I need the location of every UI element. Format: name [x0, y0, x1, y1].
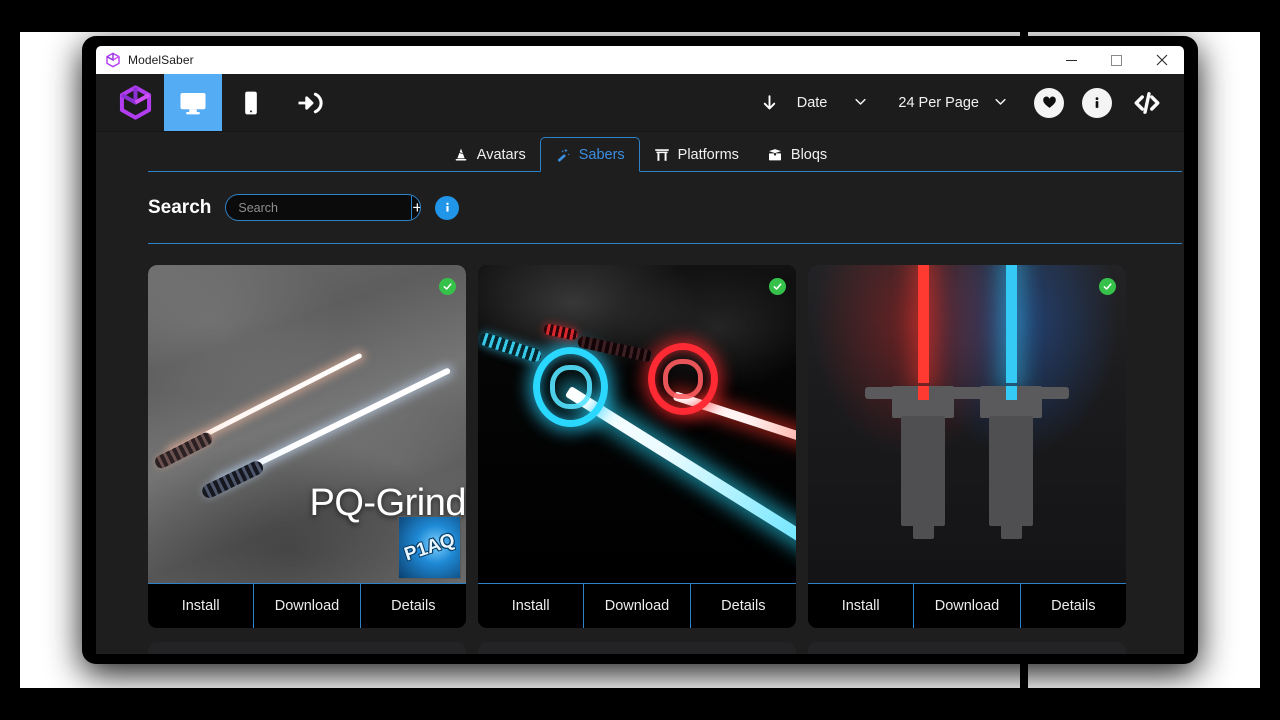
tab-label: Bloqs	[790, 146, 828, 163]
tab-sabers[interactable]: Sabers	[539, 137, 640, 172]
cube-logo-icon	[105, 52, 121, 68]
topnav-spacer	[338, 74, 754, 131]
neon-cage-saber-thumbnail	[478, 265, 796, 583]
search-label: Search	[148, 196, 212, 218]
search-row: Search +	[96, 172, 1184, 221]
verified-badge	[1099, 278, 1116, 295]
monitor-icon[interactable]	[164, 74, 222, 131]
search-input[interactable]	[226, 195, 412, 220]
wizard-hat-icon	[453, 147, 469, 163]
model-card-preview[interactable]	[478, 642, 796, 654]
desktop-background: ModelSaber Date 24 Per Page Avatars Sabe…	[0, 0, 1280, 720]
card-action-row: Install Download Details	[478, 583, 796, 628]
tab-avatars[interactable]: Avatars	[439, 137, 540, 172]
install-button[interactable]: Install	[478, 584, 585, 628]
verified-badge	[439, 278, 456, 295]
saber-blade	[1006, 265, 1017, 383]
saber-guard-inner	[550, 365, 592, 409]
torii-gate-icon	[654, 147, 670, 163]
saber-grip	[989, 416, 1033, 526]
model-card-preview[interactable]	[808, 642, 1126, 654]
window-titlebar: ModelSaber	[96, 46, 1184, 74]
install-button[interactable]: Install	[148, 584, 255, 628]
sort-by-value: Date	[796, 94, 828, 111]
download-button[interactable]: Download	[914, 584, 1021, 628]
tab-platforms[interactable]: Platforms	[640, 137, 753, 172]
verified-badge	[769, 278, 786, 295]
pq-grind-thumbnail: PQ-Grind P1AQ	[148, 265, 466, 583]
thumbnail-background	[808, 265, 1126, 583]
tab-bloqs[interactable]: Bloqs	[753, 137, 841, 172]
download-button[interactable]: Download	[254, 584, 361, 628]
magic-wand-icon	[555, 147, 571, 163]
top-navigation-bar: Date 24 Per Page	[96, 74, 1184, 132]
chevron-down-icon	[853, 94, 868, 112]
details-button[interactable]: Details	[1021, 584, 1126, 628]
details-button[interactable]: Details	[691, 584, 796, 628]
heart-icon[interactable]	[1034, 87, 1064, 118]
per-page-dropdown[interactable]: 24 Per Page	[892, 74, 1016, 132]
search-pill: +	[225, 194, 422, 221]
box-icon	[767, 147, 783, 163]
card-action-row: Install Download Details	[808, 583, 1126, 628]
window-body: Date 24 Per Page Avatars Sabers Platform…	[96, 74, 1184, 654]
saber-emitter	[918, 386, 929, 400]
tab-label: Platforms	[677, 146, 739, 163]
search-info-icon[interactable]	[435, 195, 460, 220]
modelsaber-window: ModelSaber Date 24 Per Page Avatars Sabe…	[82, 36, 1198, 664]
cube-logo-icon[interactable]	[106, 74, 164, 131]
category-tabbar: Avatars Sabers Platforms Bloqs	[96, 132, 1184, 172]
author-name: P1AQ	[401, 529, 458, 566]
info-icon[interactable]	[1082, 87, 1112, 118]
saber-guard-inner	[663, 359, 703, 399]
install-button[interactable]: Install	[808, 584, 915, 628]
maximize-button[interactable]	[1094, 46, 1139, 74]
per-page-value: 24 Per Page	[898, 94, 979, 111]
download-button[interactable]: Download	[584, 584, 691, 628]
tab-label: Sabers	[578, 146, 625, 163]
model-card[interactable]: PQ-Grind P1AQ Install Download Details	[148, 265, 466, 628]
close-button[interactable]	[1139, 46, 1184, 74]
saber-tip	[913, 521, 934, 539]
chevron-down-icon	[993, 94, 1008, 112]
saber-blade	[918, 265, 929, 383]
topnav-controls: Date 24 Per Page	[754, 74, 1184, 131]
code-icon[interactable]	[1132, 88, 1162, 118]
card-action-row: Install Download Details	[148, 583, 466, 628]
window-title: ModelSaber	[128, 53, 194, 67]
model-card-preview[interactable]	[148, 642, 466, 654]
details-button[interactable]: Details	[361, 584, 466, 628]
model-card[interactable]: Install Download Details	[478, 265, 796, 628]
login-icon[interactable]	[280, 74, 338, 131]
content-area: Search +	[96, 172, 1184, 654]
model-card-grid: PQ-Grind P1AQ Install Download Details I…	[96, 244, 1184, 654]
add-button[interactable]: +	[411, 195, 420, 220]
saber-tip	[1001, 521, 1022, 539]
mobile-icon[interactable]	[222, 74, 280, 131]
model-card[interactable]: Install Download Details	[808, 265, 1126, 628]
minimize-button[interactable]	[1049, 46, 1094, 74]
author-avatar[interactable]: P1AQ	[398, 516, 461, 579]
default-saber-thumbnail	[808, 265, 1126, 583]
sort-by-dropdown[interactable]: Date	[791, 74, 877, 132]
tab-label: Avatars	[476, 146, 526, 163]
sort-direction-button[interactable]	[754, 74, 791, 132]
saber-grip	[901, 416, 945, 526]
saber-emitter	[1006, 386, 1017, 400]
